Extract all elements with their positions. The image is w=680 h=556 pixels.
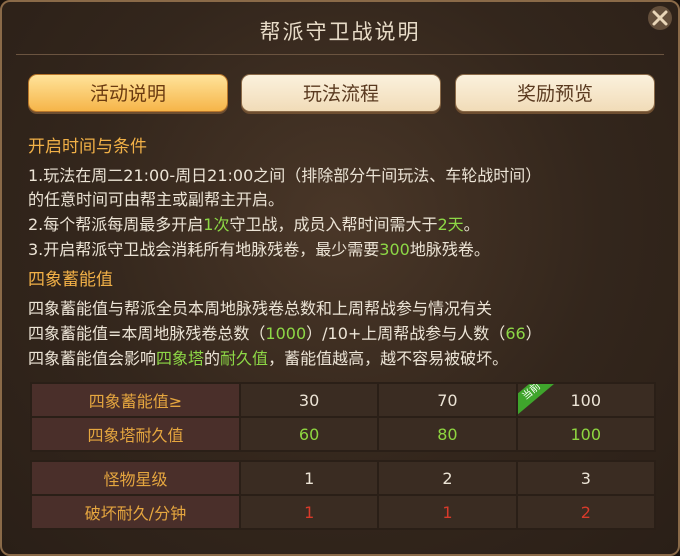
energy-threshold-label: 四象蓄能值≥ — [30, 382, 241, 418]
current-badge: 当前 — [518, 385, 558, 415]
table-cell-value: 100 — [570, 390, 602, 410]
dialog-panel: 帮派守卫战说明 活动说明 玩法流程 奖励预览 开启时间与条件 1.玩法在周二21… — [0, 0, 680, 556]
dialog-title: 帮派守卫战说明 — [259, 20, 421, 44]
table-cell: 3 — [515, 460, 657, 496]
rule-line-2: 的任意时间可由帮主或副帮主开启。 — [28, 190, 285, 209]
rule-line-3-end: 。 — [463, 215, 480, 234]
energy-line-1: 四象蓄能值与帮派全员本周地脉残卷总数和上周帮战参与情况有关 — [28, 299, 493, 318]
table-row: 怪物星级 1 2 3 — [30, 460, 657, 496]
table-row: 四象蓄能值≥ 30 70 当前 100 — [30, 382, 657, 418]
tab-reward-preview[interactable]: 奖励预览 — [455, 74, 655, 112]
tab-bar: 活动说明 玩法流程 奖励预览 — [28, 74, 658, 114]
table-cell: 1 — [238, 494, 380, 530]
section-heading-conditions: 开启时间与条件 — [28, 137, 147, 157]
rule-line-3: 2.每个帮派每周最多开启1次守卫战，成员入帮时间需大于2天。 — [28, 211, 480, 235]
energy-durability-table: 四象蓄能值≥ 30 70 当前 100 四象塔耐久值 60 80 100 — [30, 382, 657, 452]
rule-line-3-text: 2.每个帮派每周最多开启 — [28, 215, 204, 234]
rule-line-1: 1.玩法在周二21:00-周日21:00之间（排除部分午间玩法、车轮战时间） — [28, 166, 542, 185]
table-row: 四象塔耐久值 60 80 100 — [30, 416, 657, 452]
table-cell: 60 — [238, 416, 380, 452]
min-scroll-value: 300 — [379, 240, 410, 259]
table-row: 破坏耐久/分钟 1 1 2 — [30, 494, 657, 530]
rule-line-4-text: 3.开启帮派守卫战会消耗所有地脉残卷，最少需要 — [28, 240, 380, 259]
title-bar: 帮派守卫战说明 — [2, 2, 678, 60]
tower-durability-label: 四象塔耐久值 — [30, 416, 241, 452]
damage-per-minute-label: 破坏耐久/分钟 — [30, 494, 241, 530]
table-cell: 70 — [377, 382, 518, 418]
current-tier-cell: 当前 100 — [515, 382, 657, 418]
table-cell: 100 — [515, 416, 657, 452]
durability-term: 耐久值 — [220, 349, 269, 368]
monster-damage-table: 怪物星级 1 2 3 破坏耐久/分钟 1 1 2 — [30, 460, 657, 530]
formula-text-a: 四象蓄能值=本周地脉残卷总数（ — [28, 324, 266, 343]
table-cell: 1 — [238, 460, 380, 496]
monster-star-label: 怪物星级 — [30, 460, 241, 496]
energy-line-3-end: ，蓄能值越高，越不容易被破坏。 — [268, 349, 509, 368]
rule-line-4-end: 地脉残卷。 — [409, 240, 490, 259]
table-cell: 30 — [238, 382, 380, 418]
tower-name: 四象塔 — [156, 349, 205, 368]
formula-text-b: ）/10+上周帮战参与人数（ — [306, 324, 506, 343]
participants-value: 66 — [505, 324, 526, 343]
table-cell: 2 — [377, 460, 518, 496]
tab-gameplay-flow[interactable]: 玩法流程 — [241, 74, 441, 112]
close-x-icon — [648, 6, 672, 30]
rule-line-4: 3.开启帮派守卫战会消耗所有地脉残卷，最少需要300地脉残卷。 — [28, 236, 490, 260]
tab-activity-info[interactable]: 活动说明 — [28, 74, 228, 112]
table-cell: 1 — [377, 494, 518, 530]
rule-line-3-text-b: 守卫战，成员入帮时间需大于 — [229, 215, 438, 234]
section-heading-energy: 四象蓄能值 — [28, 270, 113, 290]
energy-line-3-de: 的 — [204, 349, 221, 368]
title-divider — [16, 54, 664, 55]
close-button[interactable] — [646, 4, 674, 34]
join-days-value: 2天 — [437, 215, 464, 234]
table-cell: 80 — [377, 416, 518, 452]
energy-line-3-text: 四象蓄能值会影响 — [28, 349, 157, 368]
energy-line-3: 四象蓄能值会影响四象塔的耐久值，蓄能值越高，越不容易被破坏。 — [28, 345, 508, 369]
weekly-limit-value: 1次 — [203, 215, 230, 234]
table-cell: 2 — [515, 494, 657, 530]
formula-text-c: ） — [525, 324, 542, 343]
scroll-total-value: 1000 — [265, 324, 307, 343]
energy-formula-line: 四象蓄能值=本周地脉残卷总数（1000）/10+上周帮战参与人数（66） — [28, 320, 542, 344]
